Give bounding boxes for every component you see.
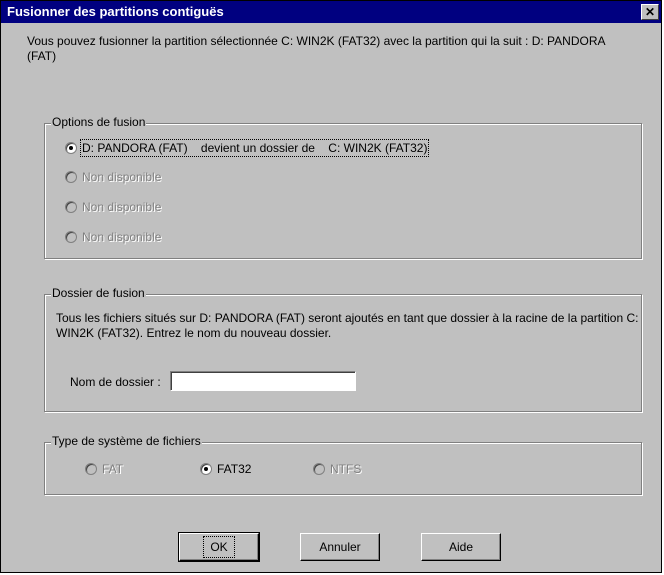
merge-option-2: Non disponible	[65, 170, 161, 184]
merge-options-group: Options de fusion D: PANDORA (FAT) devie…	[44, 115, 642, 259]
cancel-button[interactable]: Annuler	[300, 533, 380, 561]
filesystem-option-ntfs: NTFS	[313, 462, 361, 476]
merge-folder-legend: Dossier de fusion	[51, 286, 146, 300]
folder-name-label: Nom de dossier :	[70, 375, 161, 389]
filesystem-option-fat32[interactable]: FAT32	[200, 462, 251, 476]
radio-button	[65, 201, 77, 213]
merge-option-1[interactable]: D: PANDORA (FAT) devient un dossier de C…	[65, 139, 430, 157]
radio-button	[65, 231, 77, 243]
radio-button	[65, 171, 77, 183]
title-bar[interactable]: Fusionner des partitions contiguës ✕	[1, 1, 661, 23]
merge-folder-description: Tous les fichiers situés sur D: PANDORA …	[56, 311, 639, 340]
merge-option-2-label: Non disponible	[82, 170, 162, 184]
help-button-label: Aide	[448, 540, 474, 554]
folder-name-input[interactable]	[170, 371, 356, 391]
merge-option-4: Non disponible	[65, 230, 161, 244]
filesystem-option-fat: FAT	[85, 462, 123, 476]
radio-button[interactable]	[65, 142, 77, 154]
merge-option-4-label: Non disponible	[82, 230, 162, 244]
merge-folder-group: Dossier de fusion Tous les fichiers situ…	[44, 286, 642, 412]
radio-button[interactable]	[200, 463, 212, 475]
radio-button	[313, 463, 325, 475]
ok-button-label: OK	[203, 536, 235, 558]
merge-options-legend: Options de fusion	[51, 115, 147, 129]
merge-option-3-label: Non disponible	[82, 200, 162, 214]
help-button[interactable]: Aide	[421, 533, 501, 561]
filesystem-option-ntfs-label: NTFS	[330, 462, 362, 476]
cancel-button-label: Annuler	[319, 540, 361, 554]
merge-partitions-dialog: Fusionner des partitions contiguës ✕ Vou…	[0, 0, 662, 573]
filesystem-type-legend: Type de système de fichiers	[51, 434, 202, 448]
filesystem-option-fat-label: FAT	[102, 462, 124, 476]
filesystem-option-fat32-label: FAT32	[217, 462, 252, 476]
radio-button	[85, 463, 97, 475]
intro-text: Vous pouvez fusionner la partition sélec…	[27, 34, 605, 63]
window-title: Fusionner des partitions contiguës	[7, 4, 224, 19]
filesystem-type-group: Type de système de fichiers FAT FAT32 NT…	[44, 434, 642, 495]
ok-button[interactable]: OK	[178, 532, 260, 562]
close-icon[interactable]: ✕	[641, 4, 659, 20]
merge-option-3: Non disponible	[65, 200, 161, 214]
merge-option-1-label: D: PANDORA (FAT) devient un dossier de C…	[79, 139, 430, 157]
